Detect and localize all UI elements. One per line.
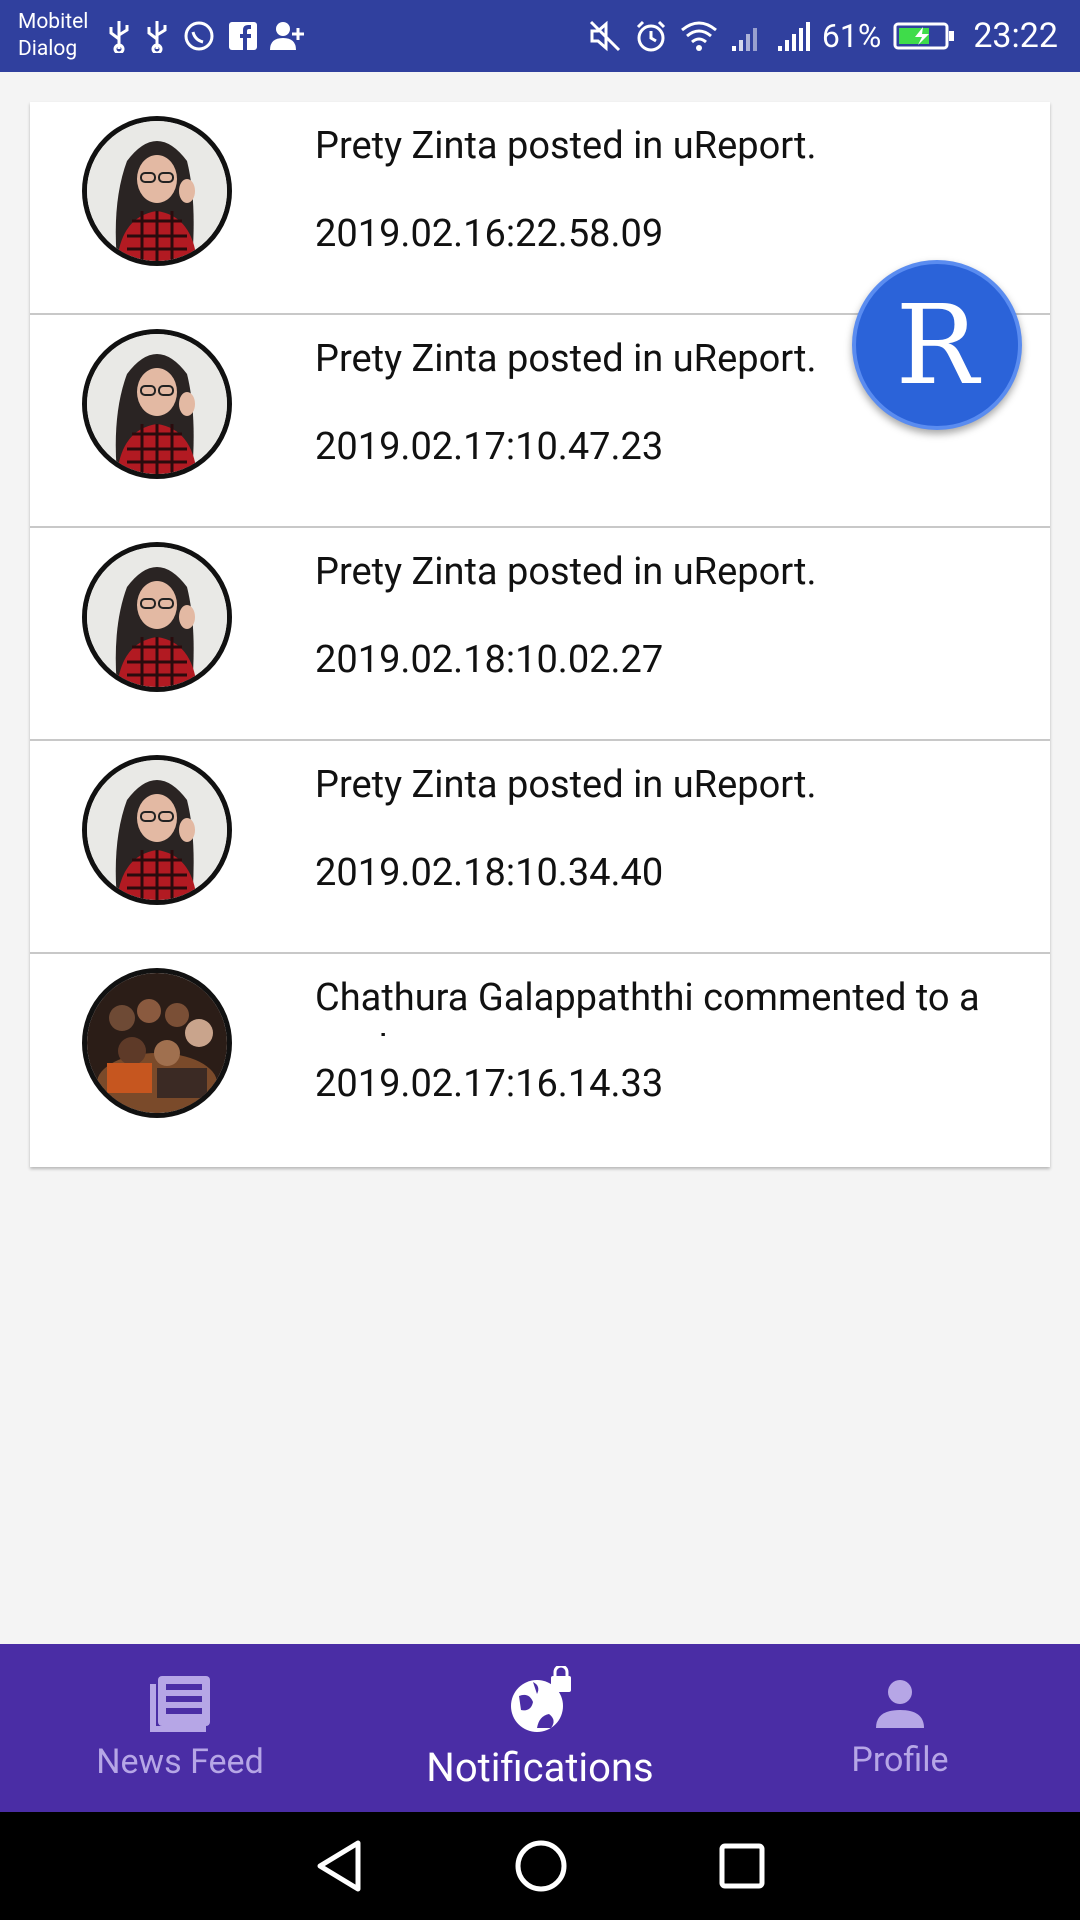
notification-content: Prety Zinta posted in uReport. 2019.02.1… [315,761,1050,897]
tab-news-feed[interactable]: News Feed [0,1644,360,1812]
battery-icon [893,22,955,50]
notification-time: 2019.02.17:16.14.33 [315,1062,664,1106]
notification-icons [106,19,306,53]
notification-text: Chathura Galappaththi commented to a pos… [315,976,980,1036]
avatar [82,329,232,479]
facebook-icon [229,22,258,50]
usb-icon [147,21,167,53]
globe-lock-icon [511,1665,571,1732]
tab-profile-label: Profile [851,1740,949,1780]
notification-text: Prety Zinta posted in uReport. [315,124,817,168]
notification-time: 2019.02.17:10.47.23 [315,425,664,469]
add-contact-icon [270,22,305,50]
recents-icon[interactable] [718,1842,766,1890]
tab-profile[interactable]: Profile [720,1644,1080,1812]
notification-content: Prety Zinta posted in uReport. 2019.02.1… [315,548,1050,684]
whatsapp-icon [184,21,214,51]
signal-icon [731,28,757,51]
notification-item[interactable]: Prety Zinta posted in uReport. 2019.02.1… [30,741,1050,954]
newspaper-icon [150,1676,210,1732]
status-bar: Mobitel Dialog 61% 23:22 [0,0,1080,72]
tab-notifications-label: Notifications [426,1743,654,1791]
notification-list: Prety Zinta posted in uReport. 2019.02.1… [30,102,1050,1167]
avatar [82,116,232,266]
back-icon[interactable] [314,1839,364,1893]
bottom-nav: News Feed Notifications Profile [0,1644,1080,1812]
carrier-1: Mobitel [18,10,89,34]
tab-notifications[interactable]: Notifications [360,1644,720,1812]
system-status-icons: 61% 23:22 [588,16,1058,56]
notification-time: 2019.02.16:22.58.09 [315,212,664,256]
usb-icon [109,21,129,53]
notification-text: Prety Zinta posted in uReport. [315,550,817,594]
signal-icon [777,22,810,51]
screen: Mobitel Dialog 61% 23:22 Prety Zinta pos… [0,0,1080,1920]
system-nav-bar [0,1812,1080,1920]
notification-item[interactable]: Prety Zinta posted in uReport. 2019.02.1… [30,528,1050,741]
wifi-icon [680,21,717,51]
battery-percent: 61% [821,17,882,55]
clock: 23:22 [973,16,1058,56]
alarm-icon [636,20,665,52]
home-icon[interactable] [514,1839,568,1893]
notification-content: Chathura Galappaththi commented to a pos… [315,974,1050,1108]
tab-news-feed-label: News Feed [96,1742,264,1782]
notification-time: 2019.02.18:10.02.27 [315,638,664,682]
carrier-labels: Mobitel Dialog [18,9,88,63]
avatar [82,755,232,905]
notification-item[interactable]: Chathura Galappaththi commented to a pos… [30,954,1050,1167]
mute-icon [589,20,620,52]
carrier-2: Dialog [18,37,78,61]
r-fab-button[interactable]: R [852,260,1022,430]
avatar [82,542,232,692]
notification-text: Prety Zinta posted in uReport. [315,763,817,807]
notification-content: Prety Zinta posted in uReport. 2019.02.1… [315,122,1050,258]
person-icon [876,1680,924,1728]
avatar [82,968,232,1118]
notification-time: 2019.02.18:10.34.40 [315,851,664,895]
